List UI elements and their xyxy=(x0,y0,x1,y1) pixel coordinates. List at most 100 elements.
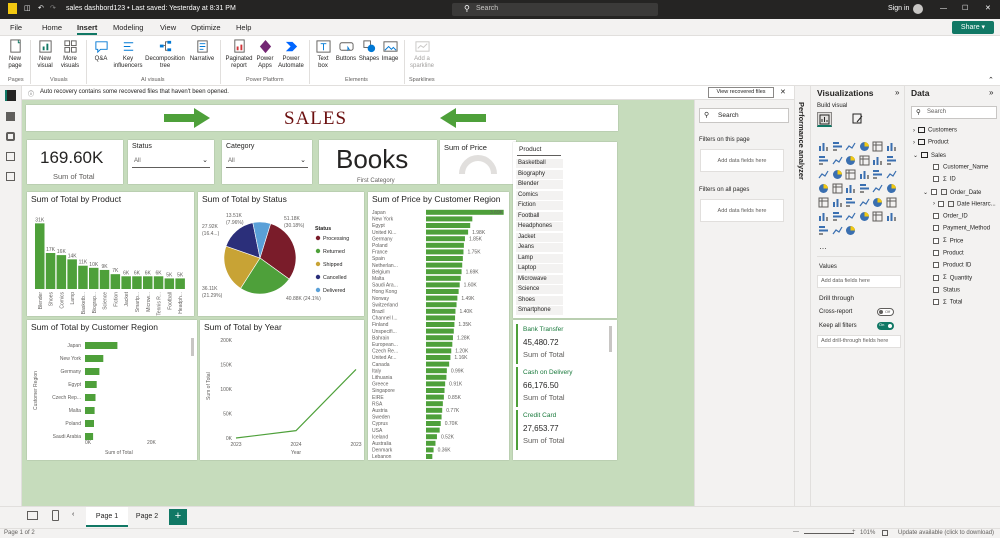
status-dropdown[interactable]: All ⌄ xyxy=(132,154,210,168)
menu-file[interactable]: File xyxy=(10,22,22,33)
visual-type-icon[interactable] xyxy=(886,197,897,208)
menu-home[interactable]: Home xyxy=(42,22,62,33)
zoom-slider[interactable] xyxy=(804,533,854,534)
slicer-item[interactable]: Jeans xyxy=(516,243,563,252)
menu-optimize[interactable]: Optimize xyxy=(191,22,221,33)
slicer-item[interactable]: Lamp xyxy=(516,253,563,263)
visual-type-icon[interactable] xyxy=(845,183,856,194)
tmdl-view-icon[interactable] xyxy=(6,172,15,181)
collapse-ribbon-icon[interactable]: ⌃ xyxy=(988,76,994,84)
visual-type-icon[interactable] xyxy=(872,169,883,180)
model-view-icon[interactable] xyxy=(6,132,15,141)
year-line-chart[interactable]: Sum of Total by Year 0K 50K 100K 150K 200K 20… xyxy=(200,320,364,460)
visual-type-icon[interactable] xyxy=(845,197,856,208)
visual-type-icon[interactable] xyxy=(886,183,897,194)
expand-chevron-icon[interactable]: ⌄ xyxy=(923,190,928,196)
save-icon[interactable]: ◫ xyxy=(24,3,31,15)
payment-card[interactable]: Cash on Delivery 66,176.50 Sum of Total xyxy=(516,367,606,407)
image-button[interactable]: Image xyxy=(380,39,400,63)
data-field[interactable]: Product xyxy=(933,250,964,257)
sign-in-link[interactable]: Sign in xyxy=(888,3,909,15)
field-checkbox[interactable] xyxy=(933,299,939,306)
global-search-box[interactable]: ⚲ Search xyxy=(452,3,658,16)
view-recovered-button[interactable]: View recovered files xyxy=(708,87,774,98)
update-available-link[interactable]: Update available (click to download) xyxy=(898,530,994,536)
visual-type-icon[interactable] xyxy=(832,183,843,194)
keep-filters-toggle[interactable]: On xyxy=(877,322,894,330)
visual-type-icon[interactable] xyxy=(832,169,843,180)
menu-help[interactable]: Help xyxy=(236,22,251,33)
data-field[interactable]: Payment_Method xyxy=(933,225,990,232)
field-checkbox[interactable] xyxy=(933,286,939,293)
visual-type-icon[interactable] xyxy=(845,211,856,222)
visual-type-icon[interactable] xyxy=(818,225,829,236)
tab-page-2[interactable]: Page 2 xyxy=(128,507,166,527)
data-field[interactable]: Customer_Name xyxy=(933,163,988,170)
expand-data-icon[interactable]: » xyxy=(989,88,993,97)
prev-page-icon[interactable]: ‹ xyxy=(72,511,74,518)
data-field[interactable]: Σ ID xyxy=(933,176,956,183)
power-automate-button[interactable]: Power Automate xyxy=(277,39,305,70)
visual-type-icon[interactable] xyxy=(832,211,843,222)
values-dropzone[interactable]: Add data fields here xyxy=(817,275,901,288)
drill-through-dropzone[interactable]: Add drill-through fields here xyxy=(817,335,901,348)
category-dropdown[interactable]: All ⌄ xyxy=(226,154,308,168)
visual-type-icon[interactable] xyxy=(818,169,829,180)
more-visuals-button[interactable]: More visuals xyxy=(58,39,82,70)
field-checkbox[interactable] xyxy=(933,250,939,256)
field-checkbox[interactable] xyxy=(933,213,939,220)
visual-type-icon[interactable] xyxy=(818,197,829,208)
decomposition-tree-button[interactable]: Decomposition tree xyxy=(144,39,186,70)
more-options-icon[interactable]: … xyxy=(819,242,827,251)
filters-on-page-dropzone[interactable]: Add data fields here xyxy=(700,149,784,172)
data-search-box[interactable]: ⚲ Search xyxy=(911,106,997,119)
slicer-item[interactable]: Microwave xyxy=(516,274,563,284)
maximize-icon[interactable]: ☐ xyxy=(962,3,968,15)
slicer-item[interactable]: Basketball xyxy=(516,159,563,168)
zoom-in-icon[interactable]: + xyxy=(852,529,856,535)
expand-chevron-icon[interactable]: › xyxy=(913,128,915,134)
data-field[interactable]: › Date Hierarc... xyxy=(933,200,996,207)
data-field[interactable]: Σ Total xyxy=(933,299,962,306)
visual-type-icon[interactable] xyxy=(886,211,897,222)
visual-type-icon[interactable] xyxy=(818,211,829,222)
visual-type-icon[interactable] xyxy=(872,183,883,194)
slicer-item[interactable]: Science xyxy=(516,285,563,294)
report-canvas[interactable]: SALES 169.60K Sum of Total Status All ⌄ … xyxy=(22,100,694,463)
menu-insert[interactable]: Insert xyxy=(77,22,98,35)
visual-type-icon[interactable] xyxy=(859,141,870,152)
visual-type-icon[interactable] xyxy=(832,197,843,208)
visual-type-icon[interactable] xyxy=(845,155,856,166)
visual-type-icon[interactable] xyxy=(832,141,843,152)
menu-view[interactable]: View xyxy=(160,22,176,33)
payment-scrollbar[interactable] xyxy=(609,326,612,352)
visual-type-icon[interactable] xyxy=(845,169,856,180)
product-bar-chart[interactable]: Sum of Total by Product 31K Blender 17K Sho… xyxy=(27,192,194,316)
price-region-bar-chart[interactable]: Sum of Price by Customer Region Japan New… xyxy=(368,192,509,460)
add-sparkline-button[interactable]: Add a sparkline xyxy=(408,39,436,70)
close-infobar-icon[interactable]: ✕ xyxy=(780,88,786,96)
field-checkbox[interactable] xyxy=(933,176,939,183)
data-table[interactable]: ⌄ Sales xyxy=(913,152,946,159)
slicer-item[interactable]: Fiction xyxy=(516,201,563,210)
zoom-out-icon[interactable]: — xyxy=(793,529,799,535)
format-visual-tab[interactable] xyxy=(851,112,866,127)
data-field[interactable]: Status xyxy=(933,286,960,293)
expand-chevron-icon[interactable]: ⌄ xyxy=(913,153,918,159)
text-box-button[interactable]: Text box xyxy=(313,39,333,70)
top-category-card[interactable]: Books First Category xyxy=(319,140,437,184)
field-checkbox[interactable] xyxy=(931,188,938,195)
desktop-layout-icon[interactable] xyxy=(27,511,38,520)
buttons-button[interactable]: Buttons xyxy=(334,39,358,63)
build-visual-tab[interactable] xyxy=(817,112,832,127)
visual-type-icon[interactable] xyxy=(832,225,843,236)
data-field[interactable]: Order_ID xyxy=(933,213,968,220)
payment-card[interactable]: Bank Transfer 45,480.72 Sum of Total xyxy=(516,324,606,364)
field-checkbox[interactable] xyxy=(933,225,939,232)
visual-type-icon[interactable] xyxy=(886,169,897,180)
expand-pane-icon[interactable]: » xyxy=(895,88,899,97)
visual-type-icon[interactable] xyxy=(859,211,870,222)
visual-type-icon[interactable] xyxy=(886,141,897,152)
undo-icon[interactable]: ↶ xyxy=(38,3,44,15)
visual-type-icon[interactable] xyxy=(872,197,883,208)
